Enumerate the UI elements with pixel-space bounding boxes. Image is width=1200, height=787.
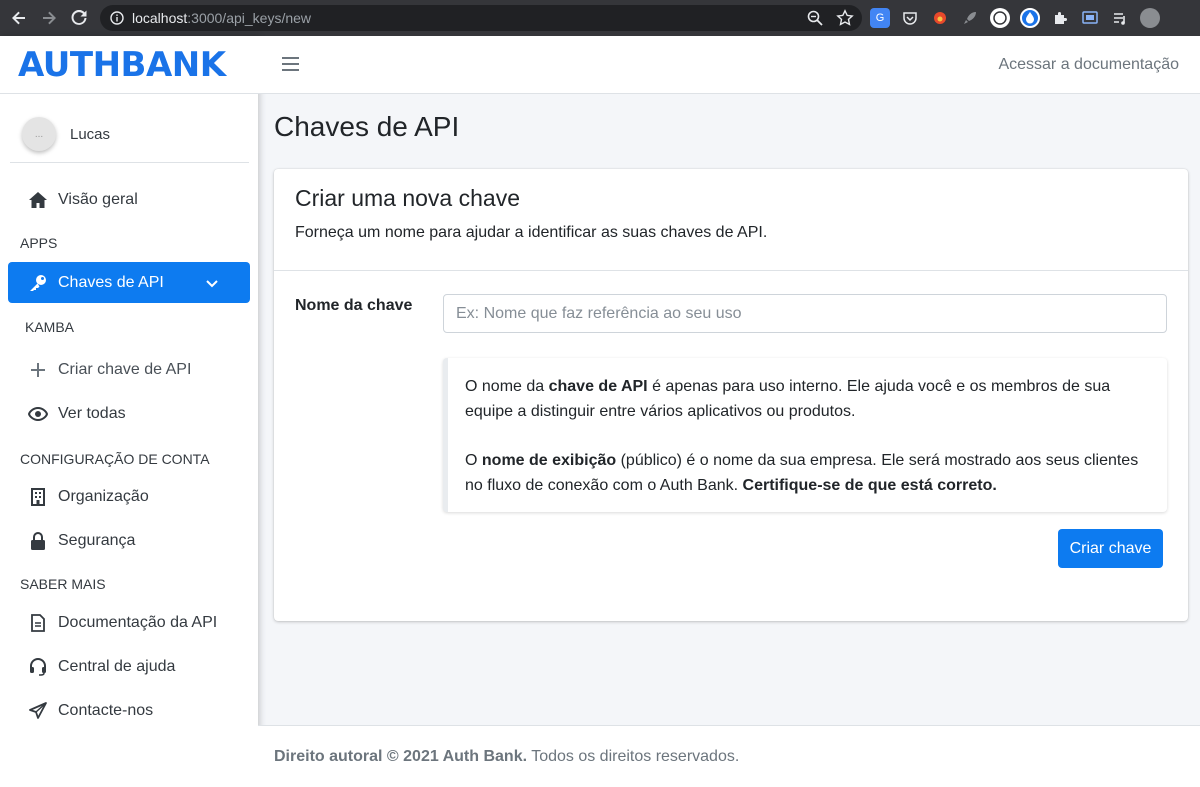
profile-avatar-icon[interactable]: [1140, 8, 1160, 28]
sidebar-header-learn: SABER MAIS: [20, 576, 106, 592]
avatar[interactable]: ...: [22, 117, 56, 151]
sidebar-item-label: Criar chave de API: [58, 360, 192, 378]
forward-icon[interactable]: [38, 7, 60, 29]
sidebar-item-help-center[interactable]: Central de ajuda: [8, 646, 250, 687]
sidebar-header-apps: APPS: [20, 235, 58, 251]
sidebar-item-label: Chaves de API: [58, 273, 164, 291]
browser-toolbar: localhost:3000/api_keys/new G: [0, 0, 1200, 36]
reload-icon[interactable]: [68, 7, 90, 29]
sidebar-item-contact[interactable]: Contacte-nos: [8, 690, 250, 731]
eye-icon: [28, 404, 48, 424]
sidebar: AUTHBANK ... Lucas Visão geral APPS Chav…: [0, 36, 258, 787]
document-icon: [28, 613, 48, 633]
sidebar-header-account: CONFIGURAÇÃO DE CONTA: [20, 451, 210, 467]
info-callout: O nome da chave de API é apenas para uso…: [443, 358, 1167, 512]
translate-extension-icon[interactable]: G: [870, 8, 890, 28]
media-queue-icon[interactable]: [1110, 8, 1130, 28]
key-name-label: Nome da chave: [295, 297, 413, 314]
sidebar-item-label: Documentação da API: [58, 613, 218, 631]
page-title: Chaves de API: [274, 111, 460, 142]
sidebar-item-create-key[interactable]: Criar chave de API: [8, 349, 250, 390]
callout-paragraph-1: O nome da chave de API é apenas para uso…: [465, 378, 1111, 420]
bookmark-star-icon[interactable]: [836, 9, 854, 27]
lock-icon: [28, 531, 48, 551]
top-navbar: Acessar a documentação: [258, 36, 1200, 94]
sidebar-item-label: Ver todas: [58, 404, 126, 422]
user-panel[interactable]: ... Lucas: [10, 106, 249, 163]
card-header: Criar uma nova chave Forneça um nome par…: [274, 169, 1188, 271]
footer-copyright: Direito autoral © 2021 Auth Bank.: [274, 748, 528, 765]
puzzle-extension-icon[interactable]: [1050, 8, 1070, 28]
back-icon[interactable]: [8, 7, 30, 29]
logo-text: AUTHBANK: [18, 44, 226, 85]
sidebar-item-label: Visão geral: [58, 190, 138, 208]
fox-extension-icon[interactable]: [930, 8, 950, 28]
extensions-bar: G: [870, 8, 1160, 28]
chevron-down-icon[interactable]: [206, 275, 218, 293]
card-title: Criar uma nova chave: [295, 185, 520, 211]
headset-icon: [28, 657, 48, 677]
cast-icon[interactable]: [1080, 8, 1100, 28]
url-text: localhost:3000/api_keys/new: [132, 10, 312, 26]
sidebar-item-overview[interactable]: Visão geral: [8, 179, 250, 220]
sidebar-item-label: Organização: [58, 487, 149, 505]
sidebar-item-api-keys[interactable]: Chaves de API: [8, 262, 250, 303]
sidebar-item-security[interactable]: Segurança: [8, 520, 250, 561]
droplet-extension-icon[interactable]: [1020, 8, 1040, 28]
key-name-input[interactable]: [443, 294, 1167, 333]
user-name[interactable]: Lucas: [70, 126, 110, 143]
documentation-link[interactable]: Acessar a documentação: [998, 56, 1179, 74]
create-key-card: Criar uma nova chave Forneça um nome par…: [274, 169, 1188, 621]
callout-paragraph-2: O nome de exibição (público) é o nome da…: [465, 452, 1139, 494]
globe-extension-icon[interactable]: [990, 8, 1010, 28]
home-icon: [28, 190, 48, 210]
plus-icon: [28, 360, 48, 380]
hamburger-menu-icon[interactable]: [282, 56, 299, 72]
footer-rights: Todos os direitos reservados.: [527, 748, 740, 765]
key-icon: [28, 273, 48, 293]
sidebar-item-label: Segurança: [58, 531, 136, 549]
info-icon[interactable]: [110, 11, 124, 25]
sidebar-item-label: Central de ajuda: [58, 657, 176, 675]
brand-logo[interactable]: AUTHBANK: [0, 36, 258, 94]
sidebar-item-view-all[interactable]: Ver todas: [8, 393, 250, 434]
create-key-button[interactable]: Criar chave: [1058, 529, 1163, 568]
pocket-extension-icon[interactable]: [900, 8, 920, 28]
paper-plane-icon: [28, 701, 48, 721]
sidebar-header-kamba: KAMBA: [25, 319, 75, 335]
sidebar-item-organization[interactable]: Organização: [8, 476, 250, 517]
address-bar[interactable]: localhost:3000/api_keys/new: [100, 5, 862, 31]
card-subtitle: Forneça um nome para ajudar a identifica…: [295, 224, 768, 241]
sidebar-item-api-docs[interactable]: Documentação da API: [8, 602, 250, 643]
footer: Direito autoral © 2021 Auth Bank. Todos …: [258, 725, 1200, 787]
sidebar-item-label: Contacte-nos: [58, 701, 154, 719]
rocket-extension-icon[interactable]: [960, 8, 980, 28]
zoom-icon[interactable]: [806, 9, 824, 27]
building-icon: [28, 487, 48, 507]
